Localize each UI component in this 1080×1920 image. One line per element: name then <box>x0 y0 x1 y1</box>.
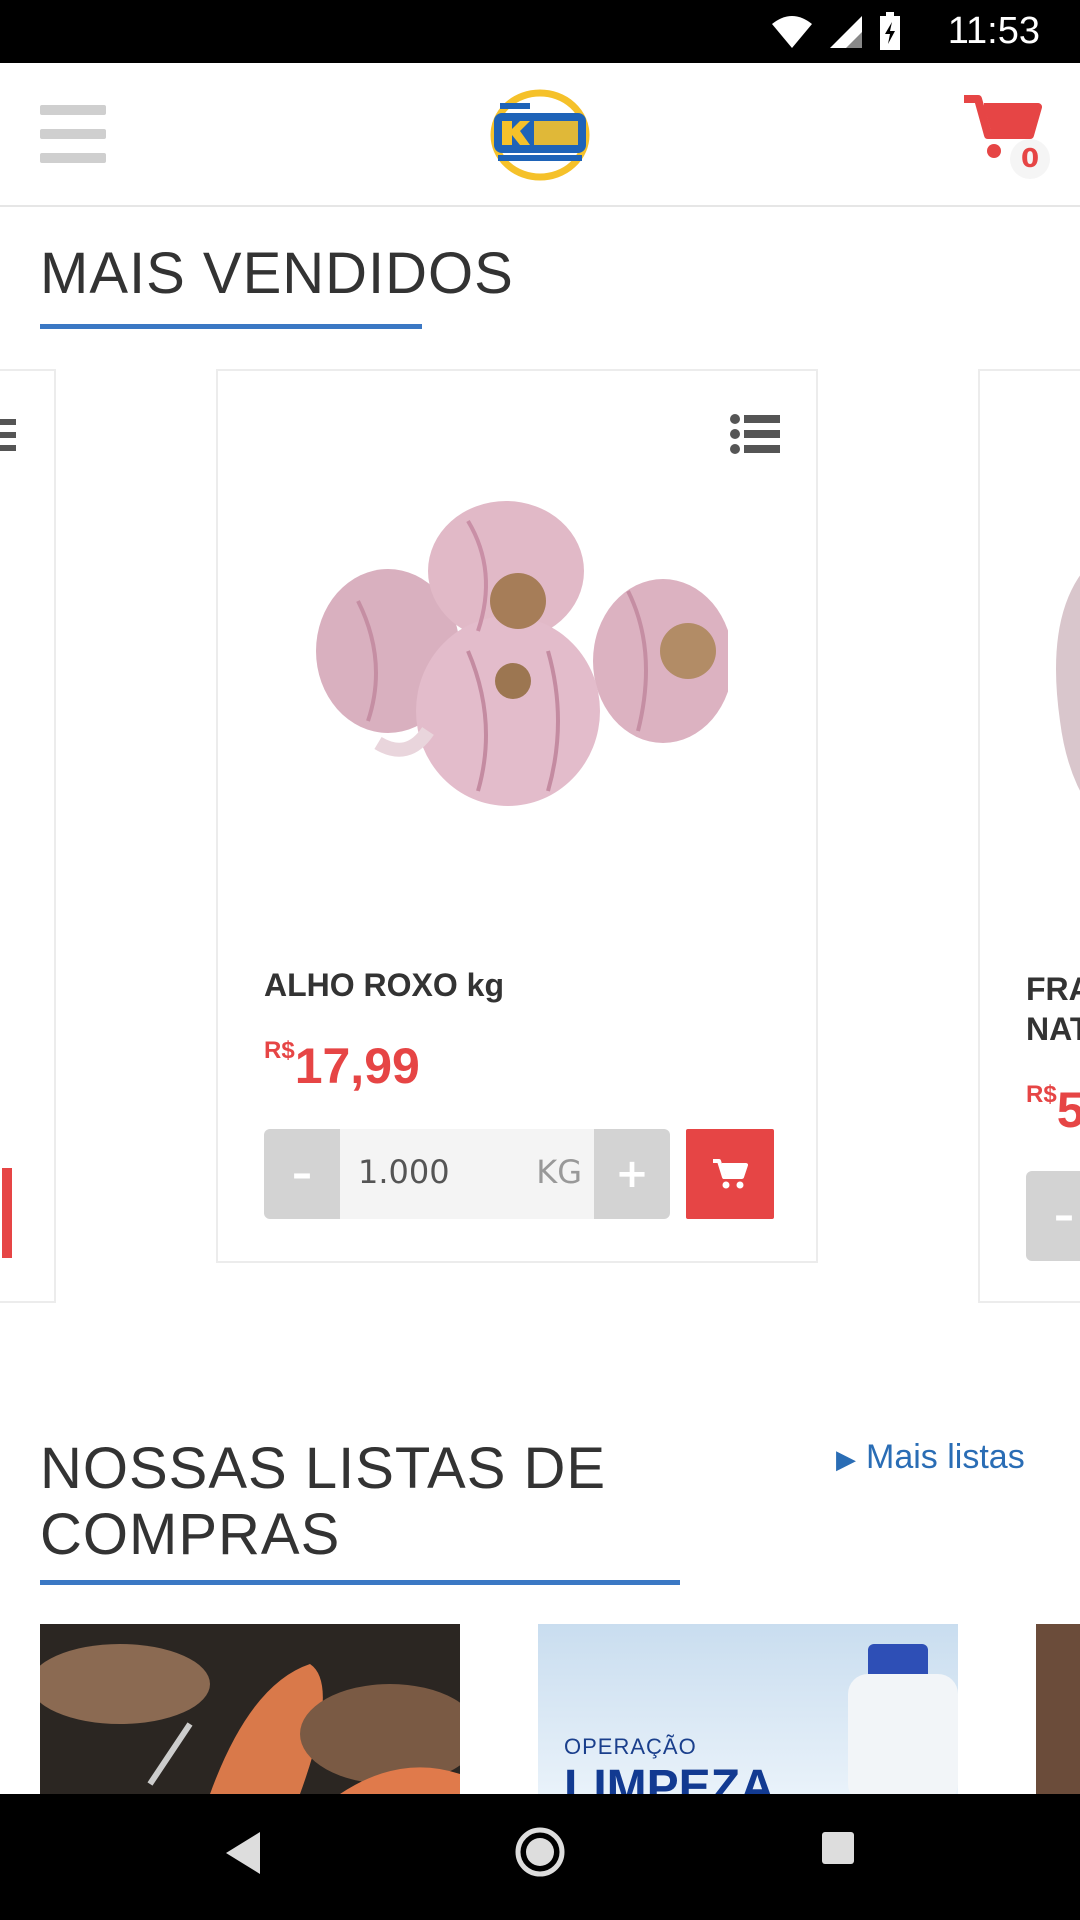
price-currency: R$ <box>1026 1081 1057 1108</box>
price-value: 17,99 <box>294 1038 420 1094</box>
price-value: 5 <box>1056 1082 1080 1138</box>
decrease-quantity-button[interactable]: – <box>1026 1171 1080 1261</box>
status-icons <box>770 12 902 52</box>
decrease-quantity-button[interactable]: – <box>264 1129 340 1219</box>
price-currency: R$ <box>264 1037 295 1064</box>
recents-icon[interactable] <box>820 1830 856 1866</box>
list-subtitle: OPERAÇÃO <box>564 1734 697 1759</box>
product-card[interactable]: ALHO ROXO kg R$17,99 – 1.000 KG + <box>216 369 818 1263</box>
quantity-unit: KG <box>536 1153 582 1191</box>
list-icon[interactable] <box>0 415 16 455</box>
more-lists-label: Mais listas <box>866 1438 1025 1476</box>
quantity-field[interactable]: 1.000 KG <box>340 1129 594 1219</box>
signal-icon <box>830 16 862 48</box>
product-image-partial <box>1056 575 1080 791</box>
product-card-prev[interactable] <box>0 369 56 1303</box>
quantity-stepper: – 1.000 KG + <box>264 1129 774 1219</box>
app-header: 0 <box>0 63 1080 207</box>
wifi-icon <box>772 16 812 48</box>
cart-count-badge: 0 <box>1010 139 1050 179</box>
shopping-lists-title: NOSSAS LISTAS DE COMPRAS <box>40 1436 607 1567</box>
title-underline <box>40 1580 680 1585</box>
home-icon[interactable] <box>514 1826 566 1878</box>
caret-right-icon: ▶ <box>836 1444 856 1474</box>
list-icon[interactable] <box>730 413 780 455</box>
increase-quantity-button[interactable]: + <box>594 1129 670 1219</box>
add-to-cart-button[interactable] <box>2 1168 12 1258</box>
product-card-next[interactable]: FRA NAT R$5 – <box>978 369 1080 1303</box>
cart-button[interactable]: 0 <box>962 93 1052 183</box>
shopping-list-thumbnail-cleaning[interactable]: OPERAÇÃO LIMPEZA <box>538 1624 958 1794</box>
krill-logo[interactable] <box>488 85 592 181</box>
cart-icon <box>713 1159 748 1189</box>
shopping-list-thumbnail-partial[interactable] <box>1036 1624 1080 1794</box>
product-price: R$5 <box>1026 1081 1080 1139</box>
add-to-cart-button[interactable] <box>686 1129 774 1219</box>
back-icon[interactable] <box>222 1830 262 1876</box>
menu-icon[interactable] <box>40 105 106 163</box>
more-lists-link[interactable]: ▶ Mais listas <box>836 1438 1025 1477</box>
title-underline <box>40 324 422 329</box>
garlic-product-image <box>316 501 728 806</box>
status-bar: 11:53 <box>0 0 1080 63</box>
quantity-value: 1.000 <box>358 1153 450 1191</box>
best-sellers-title: MAIS VENDIDOS <box>40 241 514 306</box>
shopping-list-thumbnail-bbq[interactable] <box>40 1624 460 1794</box>
product-name[interactable]: ALHO ROXO kg <box>264 967 504 1004</box>
product-name[interactable]: FRA NAT <box>1026 969 1080 1049</box>
battery-charging-icon <box>880 12 900 50</box>
bbq-image <box>40 1644 460 1794</box>
status-time: 11:53 <box>947 10 1040 52</box>
system-nav-bar <box>0 1794 1080 1920</box>
product-price: R$17,99 <box>264 1037 420 1095</box>
list-title: LIMPEZA <box>564 1761 775 1794</box>
